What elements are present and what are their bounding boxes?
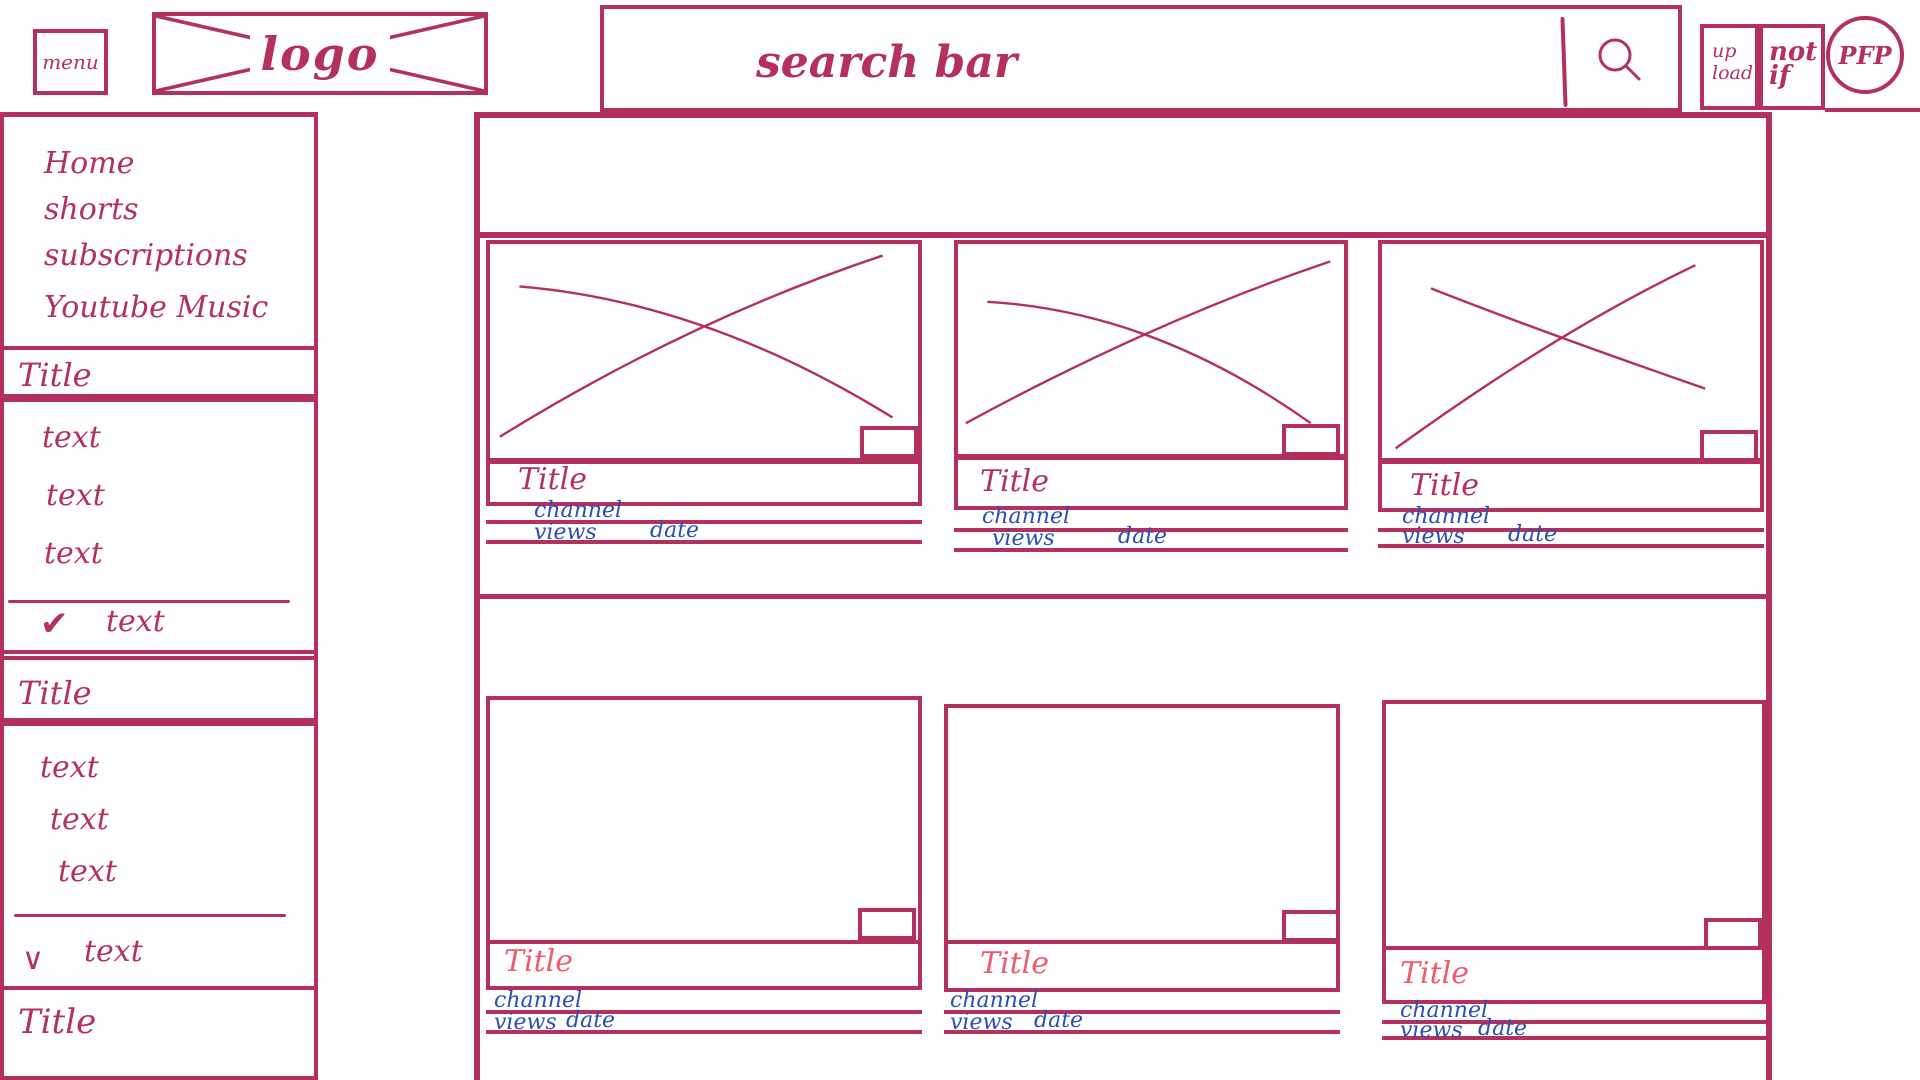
video-channel[interactable]: channel bbox=[982, 506, 1070, 528]
search-icon bbox=[1598, 38, 1641, 81]
video-date: date bbox=[1118, 524, 1168, 549]
row-separator bbox=[480, 594, 1766, 599]
sidebar-divider bbox=[8, 600, 290, 603]
sidebar-list-item[interactable]: text bbox=[42, 420, 101, 455]
video-thumbnail[interactable] bbox=[944, 704, 1340, 944]
video-title[interactable]: Title bbox=[518, 462, 587, 497]
video-channel[interactable]: channel bbox=[950, 990, 1038, 1012]
video-thumbnail[interactable] bbox=[954, 240, 1348, 458]
sidebar-item-subscriptions[interactable]: subscriptions bbox=[44, 238, 248, 273]
sidebar-section-title: Title bbox=[18, 356, 92, 394]
upload-label-line1: up bbox=[1712, 40, 1737, 62]
video-date: date bbox=[1478, 1016, 1528, 1041]
sidebar-item-home[interactable]: Home bbox=[44, 146, 134, 181]
notifications-button[interactable]: not if bbox=[1759, 24, 1825, 110]
video-date: date bbox=[1508, 522, 1558, 547]
profile-picture-button[interactable]: PFP bbox=[1826, 16, 1904, 94]
pfp-label: PFP bbox=[1838, 40, 1892, 70]
sidebar-item-shorts[interactable]: shorts bbox=[44, 192, 139, 227]
upload-label-line2: load bbox=[1712, 62, 1754, 84]
duration-badge bbox=[858, 908, 916, 940]
video-title[interactable]: Title bbox=[980, 464, 1049, 499]
search-bar-label: search bar bbox=[756, 37, 1018, 88]
video-views: views bbox=[494, 1010, 557, 1035]
video-views: views bbox=[1402, 524, 1465, 549]
duration-badge bbox=[860, 426, 918, 458]
video-thumbnail[interactable] bbox=[1378, 240, 1764, 462]
video-views: views bbox=[534, 520, 597, 545]
banner-bottom-border bbox=[474, 232, 1772, 238]
sidebar-expand-label[interactable]: text bbox=[84, 934, 143, 969]
search-bar[interactable]: search bar bbox=[600, 5, 1682, 112]
search-button[interactable] bbox=[1589, 29, 1649, 89]
sidebar-item-youtube-music[interactable]: Youtube Music bbox=[44, 290, 268, 325]
menu-button[interactable]: menu bbox=[33, 29, 108, 95]
duration-badge bbox=[1282, 910, 1340, 942]
video-thumbnail[interactable] bbox=[486, 696, 922, 944]
notif-label-line2: if bbox=[1769, 61, 1791, 91]
video-title[interactable]: Title bbox=[980, 946, 1049, 981]
video-channel[interactable]: channel bbox=[494, 990, 582, 1012]
logo-label: logo bbox=[250, 26, 390, 81]
sidebar-expand-label[interactable]: text bbox=[106, 604, 165, 639]
video-title[interactable]: Title bbox=[1400, 956, 1469, 991]
video-views: views bbox=[950, 1010, 1013, 1035]
video-views: views bbox=[1400, 1018, 1463, 1043]
sidebar-list-item[interactable]: text bbox=[58, 854, 117, 889]
sidebar-section-title: Title bbox=[18, 1002, 97, 1042]
video-date: date bbox=[1034, 1008, 1084, 1033]
thumbnail-placeholder-x bbox=[965, 260, 1331, 425]
chevron-down-icon: ∨ bbox=[22, 942, 44, 977]
thumbnail-placeholder-x bbox=[499, 254, 894, 438]
video-thumbnail[interactable] bbox=[1382, 700, 1766, 950]
menu-button-label: menu bbox=[42, 50, 99, 74]
video-channel[interactable]: channel bbox=[534, 500, 622, 522]
video-channel[interactable]: channel bbox=[1400, 1000, 1488, 1022]
duration-badge bbox=[1700, 430, 1758, 462]
check-icon: ✔ bbox=[40, 604, 69, 644]
thumbnail-placeholder-x bbox=[1394, 264, 1706, 450]
sidebar-section-title: Title bbox=[18, 674, 92, 712]
video-title[interactable]: Title bbox=[1410, 468, 1479, 503]
sidebar-list-item[interactable]: text bbox=[46, 478, 105, 513]
video-views: views bbox=[992, 526, 1055, 551]
search-divider bbox=[1560, 16, 1568, 108]
logo[interactable]: logo bbox=[152, 12, 488, 95]
sidebar-section-title-box: Title bbox=[0, 346, 318, 398]
sidebar-list-item[interactable]: text bbox=[40, 750, 99, 785]
video-date: date bbox=[650, 518, 700, 543]
upload-button[interactable]: up load bbox=[1700, 24, 1759, 110]
header-border bbox=[1825, 108, 1920, 112]
video-title[interactable]: Title bbox=[504, 944, 573, 979]
duration-badge bbox=[1282, 424, 1340, 456]
video-channel[interactable]: channel bbox=[1402, 506, 1490, 528]
sidebar-list-item[interactable]: text bbox=[50, 802, 109, 837]
video-thumbnail[interactable] bbox=[486, 240, 922, 462]
sidebar-section-title-box: Title bbox=[0, 656, 318, 722]
sidebar-divider bbox=[14, 914, 286, 917]
video-date: date bbox=[566, 1008, 616, 1033]
sidebar-list-item[interactable]: text bbox=[44, 536, 103, 571]
